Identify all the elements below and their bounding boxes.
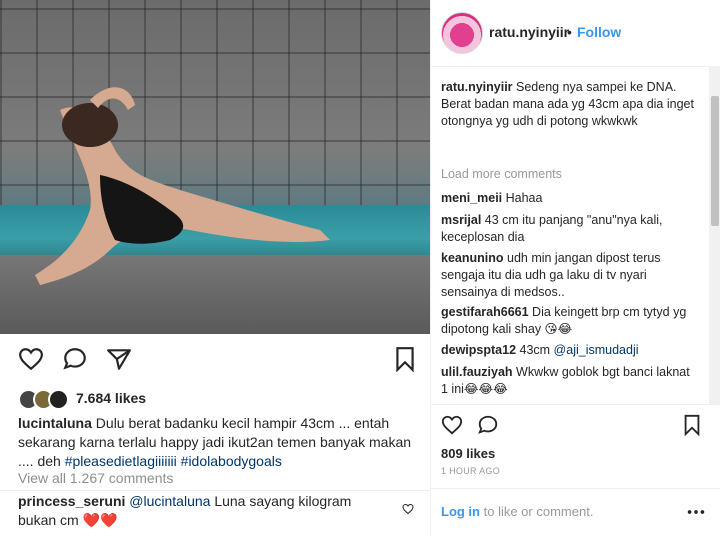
heart-icon[interactable] bbox=[18, 346, 44, 372]
caption-comment: ratu.nyinyiir Sedeng nya sampei ke DNA. … bbox=[441, 79, 699, 130]
list-item: dewipspta12 43cm @aji_ismudadji bbox=[441, 342, 699, 359]
reply-mention[interactable]: @lucintaluna bbox=[129, 493, 210, 509]
more-options-icon[interactable] bbox=[685, 501, 707, 523]
comment-username[interactable]: ratu.nyinyiir bbox=[441, 80, 513, 94]
comment-username[interactable]: meni_meii bbox=[441, 191, 502, 205]
comment-mention[interactable]: @aji_ismudadji bbox=[554, 343, 639, 357]
reply-emoji: ❤️❤️ bbox=[82, 512, 118, 528]
load-more-comments[interactable]: Load more comments bbox=[441, 167, 562, 181]
likes-count[interactable]: 7.684 likes bbox=[76, 390, 146, 406]
login-text: to like or comment. bbox=[480, 504, 594, 519]
list-item: ulil.fauziyah Wkwkw goblok bgt banci lak… bbox=[441, 364, 699, 398]
post-header: ratu.nyinyiir • Follow bbox=[431, 0, 720, 67]
comment-username[interactable]: dewipspta12 bbox=[441, 343, 516, 357]
post-caption: lucintaluna Dulu berat badanku kecil ham… bbox=[18, 414, 413, 471]
comment-icon[interactable] bbox=[62, 346, 88, 372]
caption-username[interactable]: lucintaluna bbox=[18, 415, 92, 431]
post-actions bbox=[0, 334, 430, 384]
view-all-comments-link[interactable]: View all 1.267 comments bbox=[18, 470, 173, 486]
comment-username[interactable]: msrijal bbox=[441, 213, 481, 227]
comment-username[interactable]: ulil.fauziyah bbox=[441, 365, 513, 379]
post-left: 7.684 likes lucintaluna Dulu berat badan… bbox=[0, 0, 430, 536]
comments-list: ratu.nyinyiir Sedeng nya sampei ke DNA. … bbox=[431, 66, 709, 404]
heart-icon[interactable] bbox=[441, 414, 463, 436]
timestamp: 1 HOUR AGO bbox=[441, 466, 501, 476]
list-item: keanunino udh min jangan dipost terus se… bbox=[441, 250, 699, 301]
post-right-panel: ratu.nyinyiir • Follow ratu.nyinyiir Sed… bbox=[430, 0, 720, 536]
reply-username[interactable]: princess_seruni bbox=[18, 493, 125, 509]
comment-username[interactable]: gestifarah6661 bbox=[441, 305, 529, 319]
header-username[interactable]: ratu.nyinyiir bbox=[489, 24, 569, 40]
likes-count[interactable]: 809 likes bbox=[441, 446, 495, 461]
share-icon[interactable] bbox=[106, 346, 132, 372]
post-actions-right bbox=[431, 404, 720, 445]
list-item: msrijal 43 cm itu panjang "anu"nya kali,… bbox=[441, 212, 699, 246]
list-item: gestifarah6661 Dia keingett brp cm tytyd… bbox=[441, 304, 699, 338]
comment-box: Log in to like or comment. bbox=[431, 488, 720, 537]
reply-comment: princess_seruni @lucintaluna Luna sayang… bbox=[18, 492, 388, 530]
avatar bbox=[48, 389, 69, 410]
login-prompt: Log in to like or comment. bbox=[441, 504, 593, 519]
post-photo[interactable] bbox=[0, 0, 430, 334]
comment-text: 43cm bbox=[516, 343, 554, 357]
follow-button[interactable]: Follow bbox=[577, 24, 621, 40]
login-link[interactable]: Log in bbox=[441, 504, 480, 519]
bookmark-icon[interactable] bbox=[392, 346, 418, 372]
caption-hashtags[interactable]: #pleasedietlagiiiiiii #idolabodygoals bbox=[65, 453, 282, 469]
list-item: meni_meii Hahaa bbox=[441, 190, 699, 207]
comment-username[interactable]: keanunino bbox=[441, 251, 504, 265]
model-figure bbox=[35, 87, 330, 285]
divider bbox=[0, 490, 430, 491]
bookmark-icon[interactable] bbox=[681, 414, 703, 436]
scrollbar-thumb[interactable] bbox=[711, 96, 719, 226]
avatar[interactable] bbox=[441, 12, 483, 54]
header-separator: • bbox=[567, 24, 572, 40]
small-heart-icon[interactable] bbox=[402, 503, 414, 515]
comment-icon[interactable] bbox=[477, 414, 499, 436]
comment-text: Hahaa bbox=[502, 191, 543, 205]
comments-scrollbar[interactable] bbox=[709, 66, 720, 404]
